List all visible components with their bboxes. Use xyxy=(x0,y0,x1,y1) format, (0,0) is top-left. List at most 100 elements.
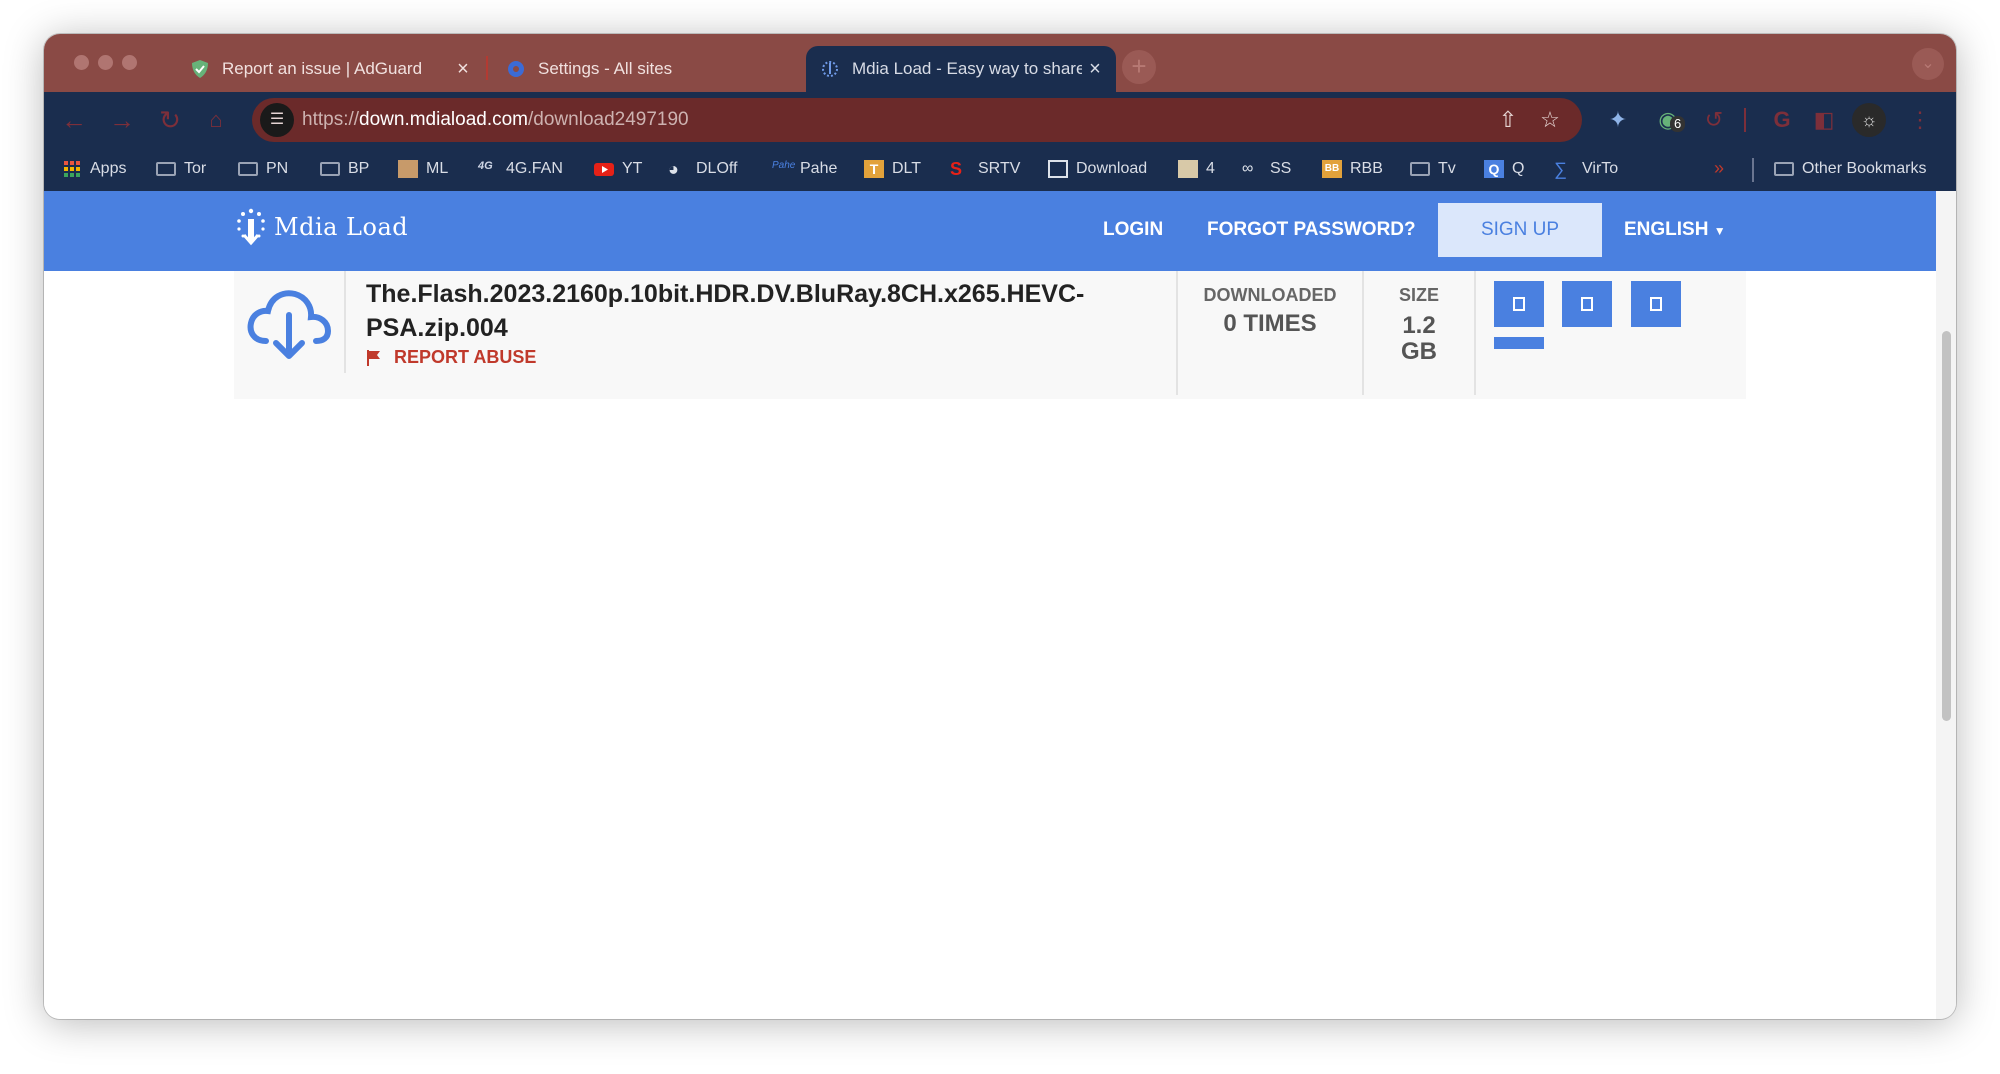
virto-favicon-icon: ∑ xyxy=(1554,159,1567,179)
profile-avatar-icon[interactable]: ☼ xyxy=(1852,103,1886,137)
extension-icon[interactable]: ✦ xyxy=(1604,106,1632,134)
scrollbar-thumb[interactable] xyxy=(1942,331,1951,721)
adguard-extension-icon[interactable]: ◉ 6 xyxy=(1654,106,1686,134)
divider xyxy=(1474,271,1476,395)
folder-icon xyxy=(1410,162,1430,176)
bookmark-label: Tor xyxy=(184,160,207,177)
bookmark-label: DLT xyxy=(892,160,922,177)
reload-icon[interactable]: ↻ xyxy=(156,106,184,134)
other-bookmarks[interactable]: Other Bookmarks xyxy=(1774,155,1926,183)
new-tab-button[interactable]: + xyxy=(1122,50,1156,84)
browser-window: Report an issue | AdGuard × Settings - A… xyxy=(44,34,1956,1019)
bookmarks-overflow-chevron[interactable]: » xyxy=(1714,158,1724,179)
login-link[interactable]: LOGIN xyxy=(1103,219,1163,241)
bookmark-label: DLOff xyxy=(696,160,738,177)
side-panel-icon[interactable]: ◧ xyxy=(1810,106,1838,134)
folder-icon xyxy=(238,162,258,176)
url-host: down.mdiaload.com xyxy=(359,109,529,130)
bookmark-ml[interactable]: ML xyxy=(398,155,448,183)
back-arrow-icon[interactable]: ← xyxy=(60,106,88,134)
zoom-window-button[interactable] xyxy=(122,55,137,70)
tab-adguard[interactable]: Report an issue | AdGuard × xyxy=(176,46,484,92)
m-favicon-icon xyxy=(1178,160,1198,178)
square-glyph-icon xyxy=(1650,297,1662,311)
download-option-bar[interactable] xyxy=(1494,337,1544,349)
bookmark-label: SRTV xyxy=(978,160,1021,177)
bookmark-label: 4 xyxy=(1206,160,1215,177)
tab-settings[interactable]: Settings - All sites × xyxy=(492,46,842,92)
bookmark-4[interactable]: 4 xyxy=(1178,155,1215,183)
bookmark-label: YT xyxy=(622,160,643,177)
site-logo[interactable]: Mdia Load xyxy=(234,207,408,247)
file-name: The.Flash.2023.2160p.10bit.HDR.DV.BluRay… xyxy=(366,280,1085,342)
bookmark-download[interactable]: Download xyxy=(1048,155,1147,183)
logo-text: Mdia Load xyxy=(274,213,409,241)
bookmark-yt[interactable]: YT xyxy=(594,155,642,183)
square-glyph-icon xyxy=(1513,297,1525,311)
settings-gear-icon xyxy=(508,61,524,77)
bookmark-apps[interactable]: Apps xyxy=(62,155,126,183)
bookmark-label: Pahe xyxy=(800,160,838,177)
google-icon[interactable]: G xyxy=(1768,106,1796,134)
bookmark-label: Q xyxy=(1512,160,1525,177)
bookmark-q[interactable]: QQ xyxy=(1484,155,1524,183)
bookmark-ss[interactable]: ∞ SS xyxy=(1242,155,1291,183)
language-dropdown[interactable]: ENGLISH ▼ xyxy=(1624,219,1726,241)
download-option-button[interactable] xyxy=(1562,281,1612,327)
mdiaload-logo-icon xyxy=(237,208,265,246)
bookmark-tor[interactable]: Tor xyxy=(156,155,206,183)
tab-search-chevron-icon[interactable]: ⌄ xyxy=(1912,48,1944,80)
bookmark-pn[interactable]: PN xyxy=(238,155,288,183)
toolbar-divider xyxy=(1744,108,1746,132)
ml-favicon-icon xyxy=(398,160,418,178)
cloud-download-icon xyxy=(247,290,332,359)
bookmark-pahe[interactable]: Pahe Pahe xyxy=(772,155,837,183)
forward-arrow-icon[interactable]: → xyxy=(108,106,136,134)
site-settings-icon[interactable]: ☰ xyxy=(260,103,294,137)
ss-favicon-icon: ∞ xyxy=(1242,160,1254,177)
url-path: /download2497190 xyxy=(528,109,689,130)
bookmarks-separator xyxy=(1752,158,1754,182)
bookmark-dloff[interactable]: ◕ DLOff xyxy=(668,155,738,183)
tab-title: Settings - All sites xyxy=(538,59,673,78)
bookmark-virto[interactable]: ∑ VirTo xyxy=(1554,155,1618,183)
page-scrollbar[interactable] xyxy=(1936,191,1956,1019)
address-bar[interactable]: ☰ https://down.mdiaload.com/download2497… xyxy=(252,98,1582,142)
tab-title: Mdia Load - Easy way to share xyxy=(852,59,1082,78)
folder-icon xyxy=(1774,162,1794,176)
share-icon[interactable]: ⇧ xyxy=(1494,106,1522,134)
browser-toolbar: ← → ↻ ⌂ ☰ https://down.mdiaload.com/down… xyxy=(44,92,1956,148)
bookmark-dlt[interactable]: T DLT xyxy=(864,155,921,183)
web-page: Mdia Load LOGIN FORGOT PASSWORD? SIGN UP… xyxy=(44,191,1936,1019)
q-favicon-icon: Q xyxy=(1484,160,1504,178)
tab-mdiaload[interactable]: Mdia Load - Easy way to share × xyxy=(806,46,1116,92)
bookmark-bp[interactable]: BP xyxy=(320,155,369,183)
menu-kebab-icon[interactable]: ⋮ xyxy=(1906,106,1934,134)
extension-refresh-icon[interactable]: ↺ xyxy=(1700,106,1728,134)
mdiaload-favicon-icon xyxy=(822,61,838,77)
bookmark-label: Apps xyxy=(90,160,127,177)
download-option-button[interactable] xyxy=(1631,281,1681,327)
download-favicon-icon xyxy=(1048,160,1068,178)
close-tab-icon[interactable]: × xyxy=(450,58,476,81)
sign-up-button[interactable]: SIGN UP xyxy=(1438,203,1602,257)
folder-icon xyxy=(320,162,340,176)
report-abuse-link[interactable]: REPORT ABUSE xyxy=(366,347,536,368)
close-window-button[interactable] xyxy=(74,55,89,70)
minimize-window-button[interactable] xyxy=(98,55,113,70)
bookmark-tv[interactable]: Tv xyxy=(1410,155,1456,183)
url-text[interactable]: https://down.mdiaload.com/download249719… xyxy=(302,109,689,131)
bookmark-label: Other Bookmarks xyxy=(1802,160,1927,177)
report-abuse-label: REPORT ABUSE xyxy=(394,347,537,367)
bookmark-star-icon[interactable]: ☆ xyxy=(1536,106,1564,134)
bookmark-srtv[interactable]: S SRTV xyxy=(950,155,1020,183)
close-tab-icon[interactable]: × xyxy=(1082,58,1108,81)
bookmark-rbb[interactable]: BB RBB xyxy=(1322,155,1383,183)
apps-grid-icon xyxy=(64,161,80,177)
bookmark-4gfan[interactable]: 4G 4G.FAN xyxy=(478,155,563,183)
downloaded-count: 0 TIMES xyxy=(1223,310,1317,337)
forgot-password-link[interactable]: FORGOT PASSWORD? xyxy=(1207,219,1416,241)
globe-icon: ◕ xyxy=(668,159,679,179)
home-icon[interactable]: ⌂ xyxy=(202,106,230,134)
download-option-button[interactable] xyxy=(1494,281,1544,327)
